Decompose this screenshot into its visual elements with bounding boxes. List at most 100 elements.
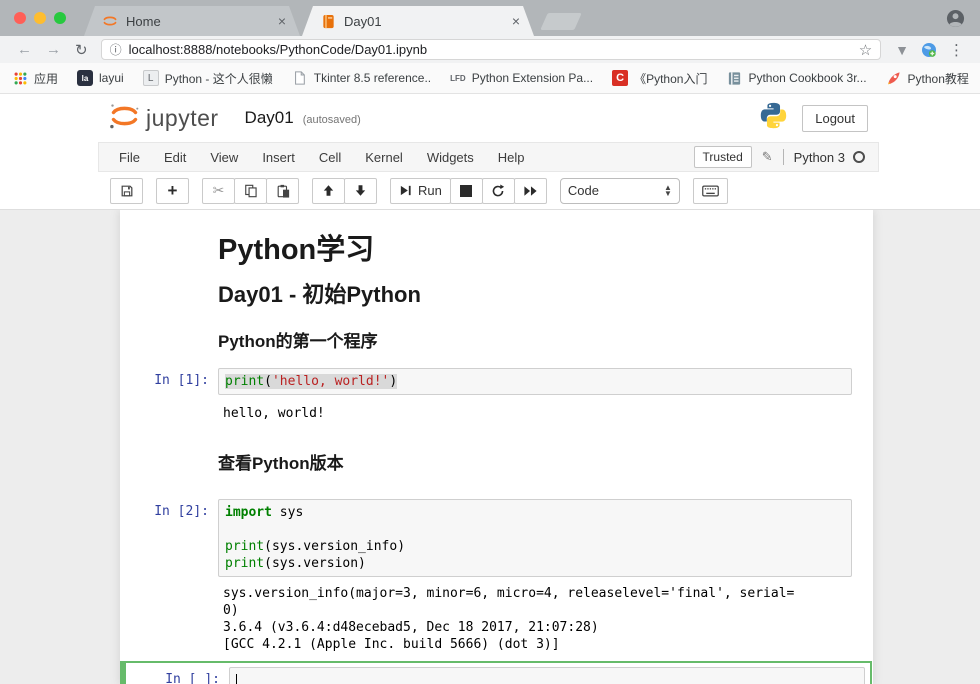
bookmark-label: Tkinter 8.5 reference.. (314, 71, 431, 85)
jupyter-wordmark[interactable]: jupyter (146, 105, 219, 132)
bookmark-label: 《Python入门 (634, 70, 707, 87)
menu-file[interactable]: File (107, 150, 152, 165)
bookmark-python-blog[interactable]: L Python - 这个人很懒 (143, 70, 273, 87)
trusted-button[interactable]: Trusted (694, 146, 752, 168)
move-cell-down-button[interactable] (344, 178, 377, 204)
tab-strip: Home × Day01 × (84, 6, 578, 36)
tab-day01-label: Day01 (344, 14, 508, 29)
address-bar[interactable]: ⓘ localhost:8888/notebooks/PythonCode/Da… (101, 39, 882, 60)
move-cell-up-button[interactable] (312, 178, 345, 204)
command-palette-button[interactable] (693, 178, 728, 204)
bookmark-label: Python Extension Pa... (472, 71, 593, 85)
bookmarks-bar: 应用 la layui L Python - 这个人很懒 Tkinter 8.5… (0, 63, 980, 94)
fast-forward-icon (523, 185, 538, 197)
step-forward-icon (399, 184, 412, 197)
bookmark-apps[interactable]: 应用 (12, 70, 58, 87)
tab-home-close-icon[interactable]: × (274, 13, 290, 29)
code-cell-1: In [1]: print('hello, world!') (120, 368, 873, 395)
forward-icon[interactable]: → (39, 41, 68, 58)
cell-type-value: Code (568, 183, 664, 198)
add-cell-button[interactable]: + (156, 178, 189, 204)
paste-cell-button[interactable] (266, 178, 299, 204)
tab-home-label: Home (126, 14, 274, 29)
bookmark-cookbook[interactable]: Python Cookbook 3r... (726, 70, 866, 86)
copy-icon (244, 184, 258, 198)
translate-globe-icon[interactable] (915, 42, 943, 58)
bookmark-extension-packages[interactable]: LFD Python Extension Pa... (450, 70, 593, 86)
bookmark-python-intro[interactable]: C 《Python入门 (612, 70, 707, 87)
menu-widgets[interactable]: Widgets (415, 150, 486, 165)
code-input-2[interactable]: import sys print(sys.version_info) print… (218, 499, 852, 577)
notebook-title[interactable]: Day01 (245, 108, 294, 128)
copy-cell-button[interactable] (234, 178, 267, 204)
bookmark-label: 应用 (34, 70, 58, 87)
stop-icon (460, 185, 472, 197)
output-line: [GCC 4.2.1 (Apple Inc. build 5666) (dot … (218, 636, 852, 653)
kernel-name: Python 3 (794, 150, 845, 165)
tab-home[interactable]: Home × (84, 6, 300, 36)
keyboard-icon (702, 185, 719, 197)
code-cell-2: In [2]: import sys print(sys.version_inf… (120, 499, 873, 577)
output-cell-1: hello, world! (120, 405, 873, 422)
reload-icon[interactable]: ↻ (68, 41, 95, 59)
lfd-icon: LFD (450, 70, 466, 86)
notebook-page: Python学习 Day01 - 初始Python Python的第一个程序 I… (120, 210, 873, 684)
tab-day01-close-icon[interactable]: × (508, 13, 524, 29)
heading-first-program: Python的第一个程序 (218, 331, 852, 352)
heading-check-version: 查看Python版本 (218, 453, 852, 474)
menu-edit[interactable]: Edit (152, 150, 198, 165)
floppy-icon (120, 184, 134, 198)
interrupt-kernel-button[interactable] (450, 178, 483, 204)
output-text: hello, world! (218, 405, 852, 422)
window-close-button[interactable] (14, 12, 26, 24)
profile-avatar-icon[interactable] (946, 9, 965, 33)
letter-l-icon: L (143, 70, 159, 86)
menu-help[interactable]: Help (486, 150, 537, 165)
code-cell-3-selected[interactable]: In [ ]: (120, 661, 872, 684)
restart-kernel-button[interactable] (482, 178, 515, 204)
cell-type-select[interactable]: Code ▲▼ (560, 178, 680, 204)
code-input-3[interactable] (229, 667, 865, 684)
edit-pencil-icon[interactable]: ✎ (762, 149, 773, 165)
restart-icon (491, 184, 505, 198)
notebook-favicon-icon (320, 13, 336, 29)
input-prompt: In [2]: (120, 499, 218, 577)
bookmark-layui[interactable]: la layui (77, 70, 124, 86)
bookmark-star-icon[interactable]: ☆ (859, 41, 872, 59)
csdn-icon: C (612, 70, 628, 86)
python-logo-icon (759, 101, 788, 135)
markdown-cell-title: Python学习 Day01 - 初始Python Python的第一个程序 (120, 233, 873, 368)
restart-run-all-button[interactable] (514, 178, 547, 204)
bookmark-tkinter[interactable]: Tkinter 8.5 reference.. (292, 70, 431, 86)
input-prompt: In [ ]: (131, 667, 229, 684)
window-minimize-button[interactable] (34, 12, 46, 24)
menu-insert[interactable]: Insert (250, 150, 307, 165)
jupyter-header: jupyter Day01 (autosaved) Logout (0, 94, 980, 142)
bookmark-label: layui (99, 71, 124, 85)
book-icon (726, 70, 742, 86)
new-tab-button[interactable] (540, 13, 582, 30)
code-input-1[interactable]: print('hello, world!') (218, 368, 852, 395)
logout-button[interactable]: Logout (802, 105, 868, 132)
layui-icon: la (77, 70, 93, 86)
url-text[interactable]: localhost:8888/notebooks/PythonCode/Day0… (129, 42, 859, 57)
back-icon[interactable]: ← (10, 41, 39, 58)
menu-view[interactable]: View (198, 150, 250, 165)
text-cursor (236, 674, 237, 684)
menu-cell[interactable]: Cell (307, 150, 353, 165)
download-manager-icon[interactable]: ▼ (889, 42, 915, 58)
chrome-menu-icon[interactable]: ⋮ (943, 41, 970, 59)
heading-python-study: Python学习 (218, 233, 852, 267)
tab-day01[interactable]: Day01 × (302, 6, 534, 36)
run-label: Run (418, 183, 442, 198)
window-zoom-button[interactable] (54, 12, 66, 24)
notebook-scroll-area[interactable]: Python学习 Day01 - 初始Python Python的第一个程序 I… (0, 210, 980, 684)
run-cell-button[interactable]: Run (390, 178, 451, 204)
cut-cell-button[interactable]: ✂ (202, 178, 235, 204)
save-button[interactable] (110, 178, 143, 204)
bookmark-python-tutorial[interactable]: Python教程 (886, 70, 969, 87)
input-prompt: In [1]: (120, 368, 218, 395)
page-info-icon[interactable]: ⓘ (110, 41, 122, 58)
menu-kernel[interactable]: Kernel (353, 150, 415, 165)
jupyter-logo-icon[interactable] (108, 101, 141, 136)
